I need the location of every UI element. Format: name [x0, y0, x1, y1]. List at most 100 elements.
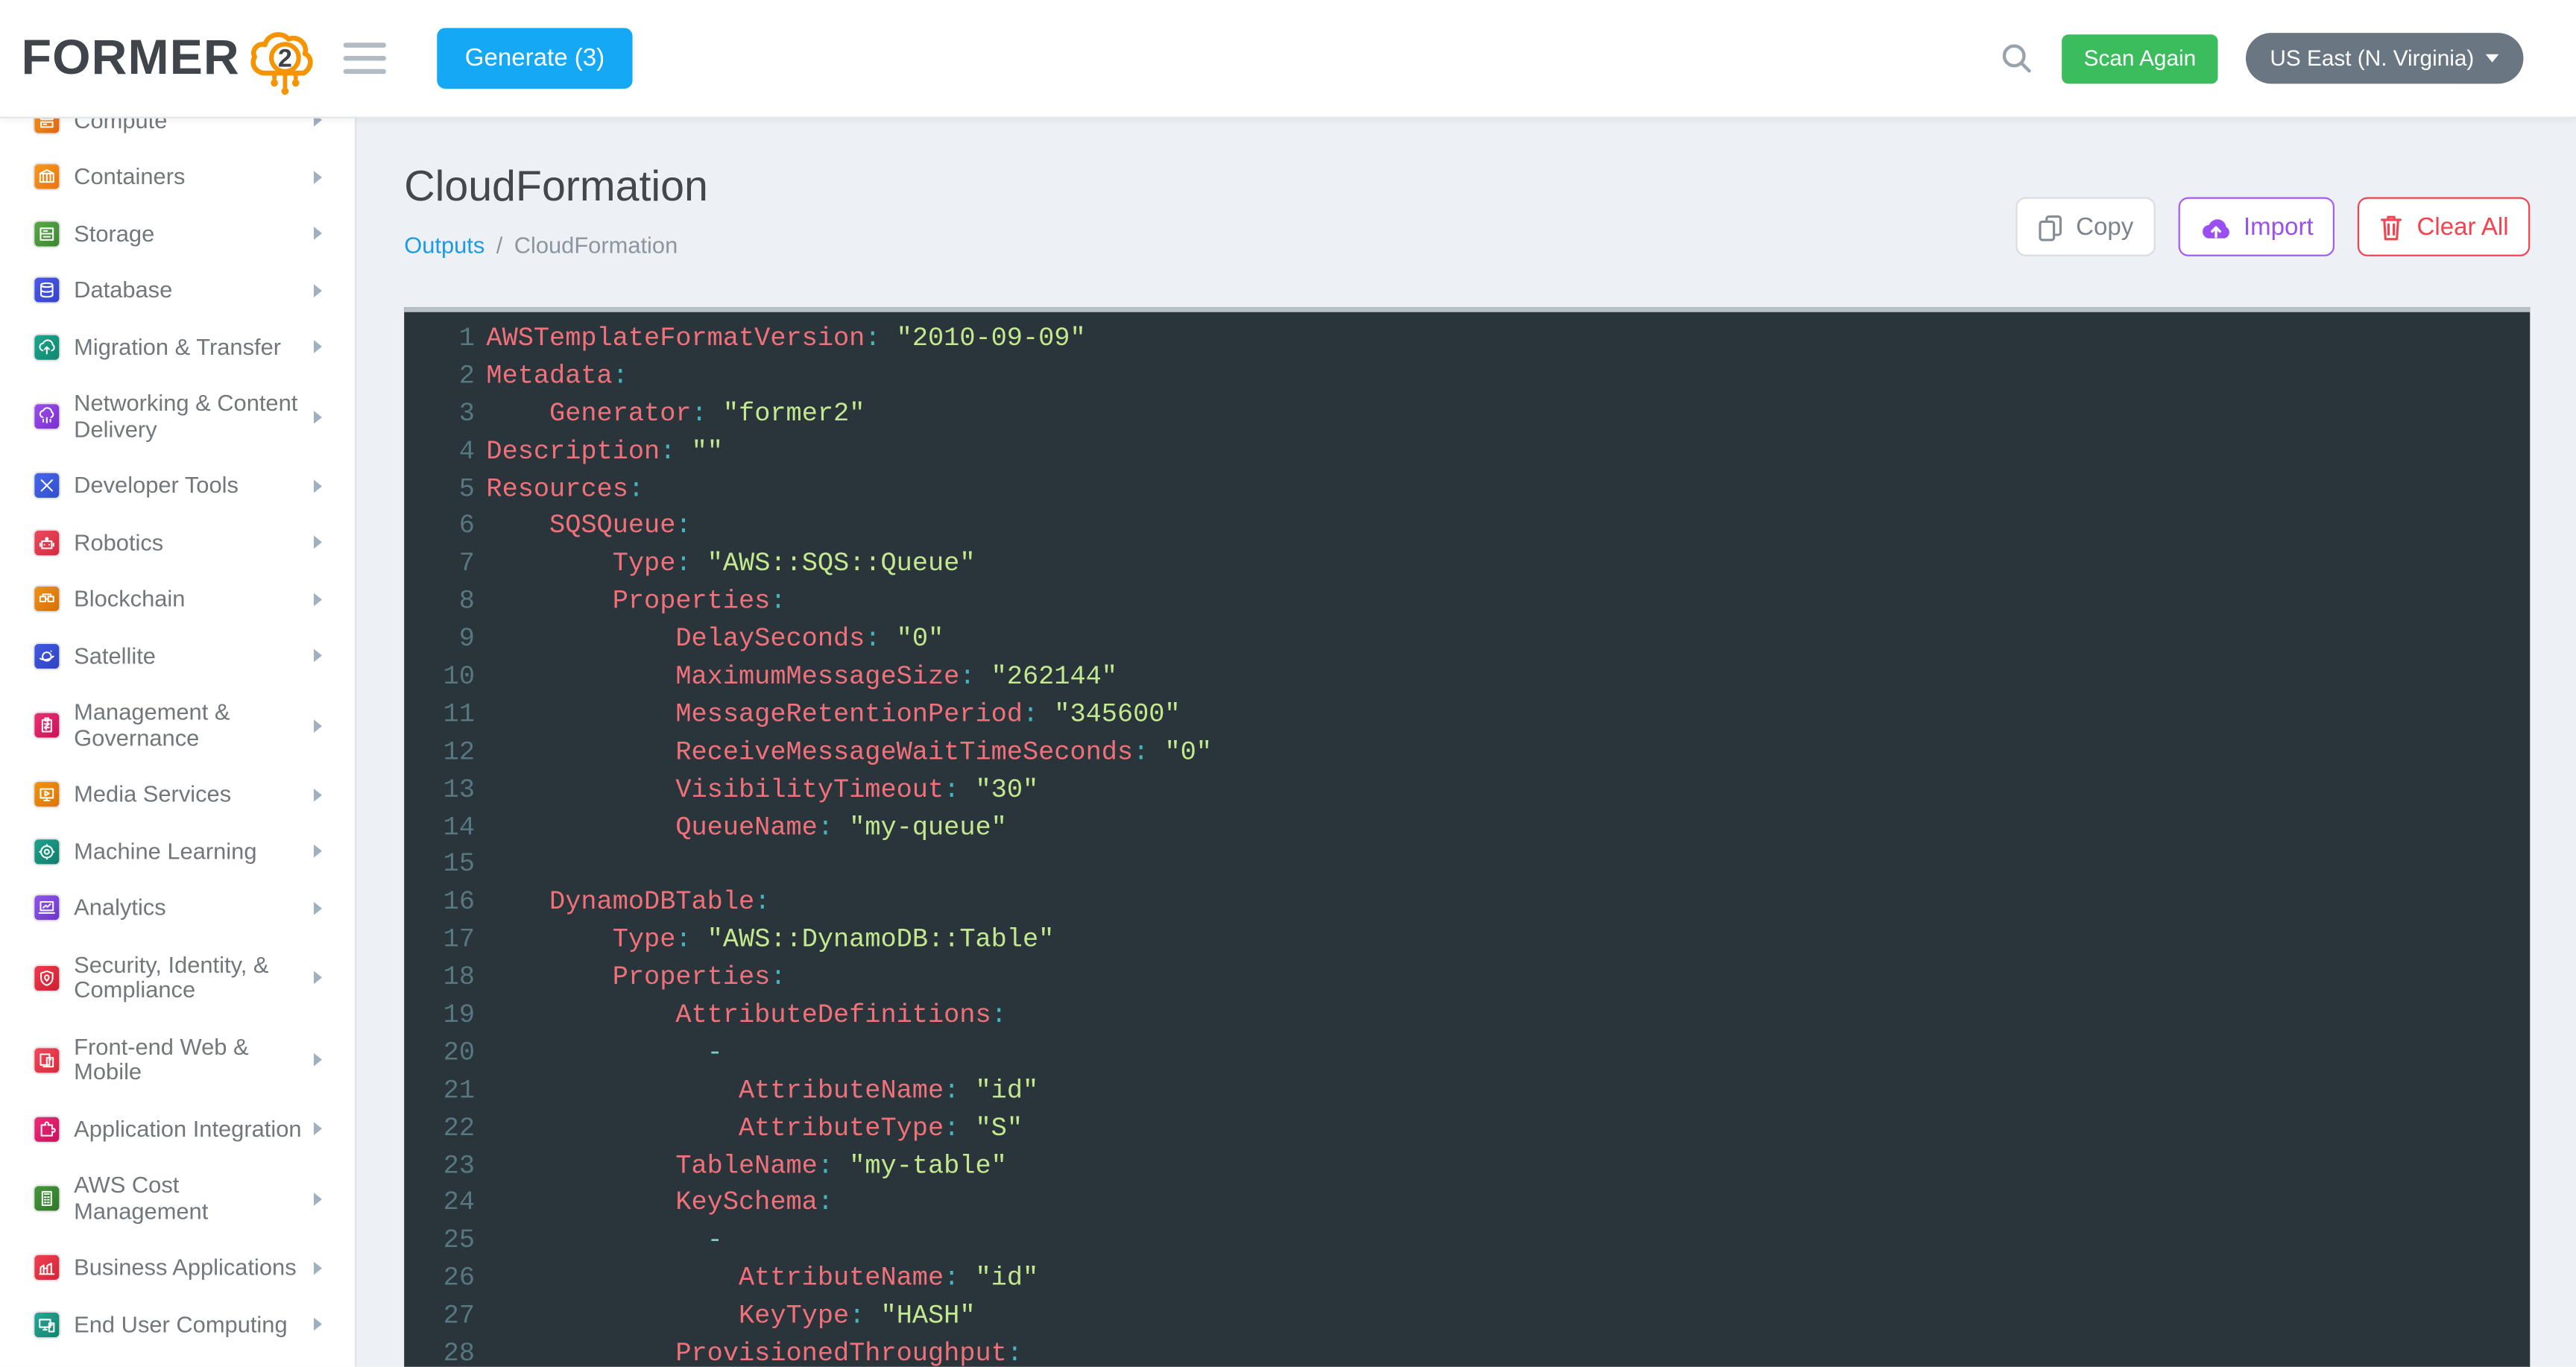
appint-icon — [34, 1117, 59, 1141]
sidebar-item-label: Application Integration — [74, 1117, 307, 1142]
code-line: 22 AttributeType: "S" — [404, 1110, 2530, 1147]
sidebar-item-developer-tools[interactable]: Developer Tools — [0, 458, 355, 514]
sidebar-item-label: Database — [74, 277, 307, 303]
sidebar-item-media-services[interactable]: Media Services — [0, 766, 355, 823]
region-selector[interactable]: US East (N. Virginia) — [2245, 33, 2523, 83]
code-editor[interactable]: 1AWSTemplateFormatVersion: "2010-09-09"2… — [404, 307, 2530, 1367]
navbar: FORMER 2 Generate (3) Scan Again US East… — [0, 0, 2576, 119]
line-number: 3 — [404, 396, 475, 433]
code-line: 27 KeyType: "HASH" — [404, 1298, 2530, 1336]
caret-down-icon — [2486, 54, 2499, 63]
sidebar-item-application-integration[interactable]: Application Integration — [0, 1101, 355, 1158]
sidebar-item-label: Machine Learning — [74, 839, 307, 864]
sidebar-item-database[interactable]: Database — [0, 262, 355, 319]
breadcrumb-link-outputs[interactable]: Outputs — [404, 232, 484, 258]
former2-logo[interactable]: FORMER 2 — [22, 0, 326, 118]
sidebar-item-label: Storage — [74, 221, 307, 246]
code-line: 13 VisibilityTimeout: "30" — [404, 771, 2530, 809]
cloudformation-yaml-output[interactable]: 1AWSTemplateFormatVersion: "2010-09-09"2… — [404, 312, 2530, 1367]
cloud-upload-icon — [2199, 215, 2230, 239]
storage-icon — [34, 221, 59, 246]
scan-again-button[interactable]: Scan Again — [2062, 34, 2217, 83]
code-line: 18 Properties: — [404, 959, 2530, 997]
sidebar-item-label: Satellite — [74, 643, 307, 669]
sidebar-item-front-end-web-mobile[interactable]: Front-end Web & Mobile — [0, 1019, 355, 1101]
line-number: 28 — [404, 1336, 475, 1367]
search-icon[interactable] — [2001, 42, 2033, 74]
code-line: 6 SQSQueue: — [404, 508, 2530, 546]
copy-button[interactable]: Copy — [2015, 197, 2155, 256]
copy-label: Copy — [2076, 212, 2133, 240]
breadcrumb: Outputs/CloudFormation — [404, 232, 708, 258]
code-line: 25 - — [404, 1223, 2530, 1260]
chevron-right-icon — [314, 1123, 322, 1136]
sidebar-item-label: Robotics — [74, 530, 307, 555]
sidebar-item-end-user-computing[interactable]: End User Computing — [0, 1296, 355, 1353]
sidebar-item-label: Networking & Content Delivery — [74, 391, 307, 442]
security-icon — [34, 965, 59, 990]
robotics-icon — [34, 530, 59, 555]
sidebar-item-machine-learning[interactable]: Machine Learning — [0, 823, 355, 880]
code-line: 10 MaximumMessageSize: "262144" — [404, 659, 2530, 696]
networking-icon — [34, 404, 59, 429]
line-number: 6 — [404, 508, 475, 546]
sidebar-item-migration-transfer[interactable]: Migration & Transfer — [0, 319, 355, 376]
sidebar-item-robotics[interactable]: Robotics — [0, 514, 355, 571]
sidebar-item-satellite[interactable]: Satellite — [0, 628, 355, 684]
line-number: 13 — [404, 771, 475, 809]
import-label: Import — [2244, 212, 2314, 240]
code-line: 9 DelaySeconds: "0" — [404, 621, 2530, 658]
hamburger-menu-icon[interactable] — [344, 42, 386, 75]
chevron-right-icon — [314, 1192, 322, 1205]
sidebar-item-label: Blockchain — [74, 587, 307, 612]
line-number: 25 — [404, 1223, 475, 1260]
sidebar-item-storage[interactable]: Storage — [0, 206, 355, 262]
sidebar-item-label: Business Applications — [74, 1255, 307, 1281]
sidebar-item-networking-content-delivery[interactable]: Networking & Content Delivery — [0, 376, 355, 458]
sidebar-item-containers[interactable]: Containers — [0, 148, 355, 205]
sidebar-item-label: Front-end Web & Mobile — [74, 1034, 307, 1085]
management-icon — [34, 713, 59, 738]
action-buttons: Copy Import Clear All — [2015, 197, 2531, 256]
sidebar-item-label: Security, Identity, & Compliance — [74, 952, 307, 1003]
line-number: 9 — [404, 621, 475, 658]
import-button[interactable]: Import — [2178, 197, 2335, 256]
line-number: 14 — [404, 809, 475, 847]
code-line: 17 Type: "AWS::DynamoDB::Table" — [404, 922, 2530, 959]
sidebar-item-management-governance[interactable]: Management & Governance — [0, 684, 355, 766]
code-line: 12 ReceiveMessageWaitTimeSeconds: "0" — [404, 734, 2530, 771]
sidebar-item-analytics[interactable]: Analytics — [0, 880, 355, 936]
logo-number: 2 — [278, 43, 292, 72]
logo-text: FORMER — [22, 0, 240, 118]
sidebar-item-blockchain[interactable]: Blockchain — [0, 571, 355, 628]
chevron-right-icon — [314, 227, 322, 241]
sidebar-item-business-applications[interactable]: Business Applications — [0, 1240, 355, 1296]
generate-button[interactable]: Generate (3) — [437, 28, 632, 89]
clear-all-button[interactable]: Clear All — [2358, 197, 2530, 256]
sidebar-item-aws-cost-management[interactable]: AWS Cost Management — [0, 1158, 355, 1240]
line-number: 20 — [404, 1035, 475, 1072]
chevron-right-icon — [314, 479, 322, 493]
satellite-icon — [34, 643, 59, 668]
sidebar-item-label: Migration & Transfer — [74, 335, 307, 360]
blockchain-icon — [34, 587, 59, 611]
line-number: 15 — [404, 847, 475, 884]
line-number: 11 — [404, 696, 475, 733]
line-number: 26 — [404, 1260, 475, 1298]
page-title: CloudFormation — [404, 161, 708, 210]
code-line: 15 — [404, 847, 2530, 884]
line-number: 22 — [404, 1110, 475, 1147]
sidebar-item-security-identity-compliance[interactable]: Security, Identity, & Compliance — [0, 936, 355, 1018]
line-number: 2 — [404, 358, 475, 395]
code-line: 4Description: "" — [404, 433, 2530, 470]
line-number: 23 — [404, 1148, 475, 1185]
line-number: 10 — [404, 659, 475, 696]
chevron-right-icon — [314, 410, 322, 423]
chevron-right-icon — [314, 171, 322, 184]
chevron-right-icon — [314, 901, 322, 915]
code-line: 8 Properties: — [404, 584, 2530, 621]
chevron-right-icon — [314, 284, 322, 297]
chevron-right-icon — [314, 788, 322, 801]
line-number: 21 — [404, 1073, 475, 1110]
ml-icon — [34, 839, 59, 864]
